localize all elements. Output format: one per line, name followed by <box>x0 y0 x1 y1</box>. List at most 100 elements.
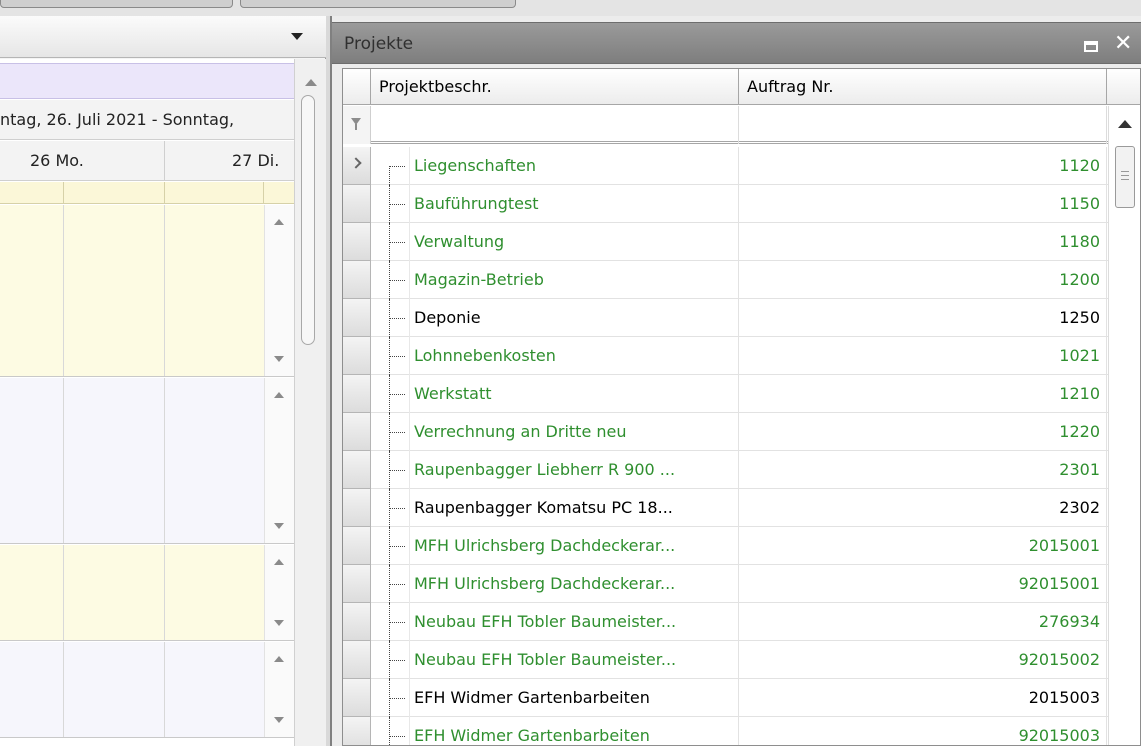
table-row[interactable]: MFH Ulrichsberg Dachdeckerar... 92015001 <box>343 565 1108 603</box>
cell-auftrag-nr[interactable]: 2301 <box>739 451 1107 489</box>
block-scrollbar[interactable] <box>264 545 294 640</box>
scroll-up-icon[interactable] <box>305 79 317 86</box>
resource-block[interactable] <box>0 378 294 544</box>
cell-auftrag-nr[interactable]: 1220 <box>739 413 1107 451</box>
column-header-auftrag-nr[interactable]: Auftrag Nr. <box>739 69 1107 105</box>
scroll-up-icon[interactable] <box>274 392 284 398</box>
table-row[interactable]: Neubau EFH Tobler Baumeister... 92015002 <box>343 641 1108 679</box>
table-row[interactable]: Bauführungtest 1150 <box>343 185 1108 223</box>
cell-auftrag-nr[interactable]: 1200 <box>739 261 1107 299</box>
cell-projektbeschr[interactable]: Lohnnebenkosten <box>409 337 739 375</box>
table-row[interactable]: Deponie 1250 <box>343 299 1108 337</box>
cell-projektbeschr[interactable]: Raupenbagger Liebherr R 900 ... <box>409 451 739 489</box>
scroll-up-icon[interactable] <box>274 656 284 662</box>
cell-projektbeschr[interactable]: Verrechnung an Dritte neu <box>409 413 739 451</box>
cell-projektbeschr[interactable]: Bauführungtest <box>409 185 739 223</box>
panel-title-bar[interactable]: Projekte ✕ <box>332 22 1141 64</box>
all-day-row[interactable] <box>0 182 294 204</box>
table-row[interactable]: EFH Widmer Gartenbarbeiten 2015003 <box>343 679 1108 717</box>
scheduler-vertical-scrollbar[interactable] <box>294 59 326 746</box>
block-scrollbar[interactable] <box>264 642 294 737</box>
resource-block[interactable] <box>0 642 294 738</box>
table-row[interactable]: Lohnnebenkosten 1021 <box>343 337 1108 375</box>
cell-auftrag-nr[interactable]: 2302 <box>739 489 1107 527</box>
cell-auftrag-nr[interactable]: 1150 <box>739 185 1107 223</box>
table-row[interactable]: EFH Widmer Gartenbarbeiten 92015003 <box>343 717 1108 745</box>
resource-block[interactable] <box>0 545 294 641</box>
grid-vertical-scrollbar[interactable] <box>1108 106 1140 745</box>
table-row[interactable]: Raupenbagger Liebherr R 900 ... 2301 <box>343 451 1108 489</box>
scroll-down-icon[interactable] <box>274 717 284 723</box>
table-row[interactable]: Magazin-Betrieb 1200 <box>343 261 1108 299</box>
grid-header: Projektbeschr. Auftrag Nr. <box>343 69 1140 105</box>
row-selector[interactable] <box>343 299 371 337</box>
scroll-up-icon[interactable] <box>1118 120 1132 128</box>
row-selector[interactable] <box>343 337 371 375</box>
row-selector[interactable] <box>343 261 371 299</box>
row-selector[interactable] <box>343 603 371 641</box>
table-row[interactable]: Verwaltung 1180 <box>343 223 1108 261</box>
cell-projektbeschr[interactable]: MFH Ulrichsberg Dachdeckerar... <box>409 527 739 565</box>
scroll-thumb[interactable] <box>301 95 315 345</box>
cell-auftrag-nr[interactable]: 92015002 <box>739 641 1107 679</box>
row-selector[interactable] <box>343 717 371 745</box>
table-row[interactable]: Raupenbagger Komatsu PC 18... 2302 <box>343 489 1108 527</box>
row-selector[interactable] <box>343 147 371 185</box>
row-selector[interactable] <box>343 527 371 565</box>
row-selector[interactable] <box>343 565 371 603</box>
cell-projektbeschr[interactable]: EFH Widmer Gartenbarbeiten <box>409 679 739 717</box>
table-row[interactable]: Neubau EFH Tobler Baumeister... 276934 <box>343 603 1108 641</box>
cell-projektbeschr[interactable]: Neubau EFH Tobler Baumeister... <box>409 641 739 679</box>
cell-auftrag-nr[interactable]: 92015001 <box>739 565 1107 603</box>
cell-projektbeschr[interactable]: Werkstatt <box>409 375 739 413</box>
close-icon[interactable]: ✕ <box>1114 32 1132 56</box>
maximize-icon[interactable] <box>1084 41 1098 52</box>
cell-projektbeschr[interactable]: Magazin-Betrieb <box>409 261 739 299</box>
column-header-projektbeschr[interactable]: Projektbeschr. <box>371 69 739 105</box>
top-tab[interactable] <box>240 0 516 8</box>
filter-indicator <box>343 106 371 144</box>
row-selector[interactable] <box>343 223 371 261</box>
row-selector[interactable] <box>343 489 371 527</box>
cell-auftrag-nr[interactable]: 1021 <box>739 337 1107 375</box>
calendar-view: ntag, 26. Juli 2021 - Sonntag, 26 Mo. 27… <box>0 59 294 746</box>
table-row[interactable]: MFH Ulrichsberg Dachdeckerar... 2015001 <box>343 527 1108 565</box>
filter-cell-auftrag-nr[interactable] <box>739 106 1107 144</box>
row-selector[interactable] <box>343 185 371 223</box>
cell-auftrag-nr[interactable]: 1210 <box>739 375 1107 413</box>
table-row[interactable]: Liegenschaften 1120 <box>343 147 1108 185</box>
cell-projektbeschr[interactable]: Verwaltung <box>409 223 739 261</box>
cell-projektbeschr[interactable]: EFH Widmer Gartenbarbeiten <box>409 717 739 745</box>
cell-projektbeschr[interactable]: MFH Ulrichsberg Dachdeckerar... <box>409 565 739 603</box>
block-scrollbar[interactable] <box>264 378 294 543</box>
cell-auftrag-nr[interactable]: 1120 <box>739 147 1107 185</box>
row-selector[interactable] <box>343 413 371 451</box>
scroll-down-icon[interactable] <box>274 356 284 362</box>
scroll-up-icon[interactable] <box>274 559 284 565</box>
row-selector[interactable] <box>343 679 371 717</box>
row-selector[interactable] <box>343 375 371 413</box>
top-tab[interactable] <box>0 0 233 8</box>
filter-cell-projektbeschr[interactable] <box>371 106 739 144</box>
cell-projektbeschr[interactable]: Raupenbagger Komatsu PC 18... <box>409 489 739 527</box>
dropdown-arrow-icon[interactable] <box>291 33 303 40</box>
scroll-down-icon[interactable] <box>274 620 284 626</box>
scroll-down-icon[interactable] <box>274 523 284 529</box>
cell-auftrag-nr[interactable]: 2015001 <box>739 527 1107 565</box>
cell-auftrag-nr[interactable]: 92015003 <box>739 717 1107 745</box>
scroll-thumb[interactable] <box>1115 146 1135 208</box>
cell-projektbeschr[interactable]: Liegenschaften <box>409 147 739 185</box>
resource-block[interactable] <box>0 205 294 377</box>
cell-projektbeschr[interactable]: Neubau EFH Tobler Baumeister... <box>409 603 739 641</box>
cell-auftrag-nr[interactable]: 276934 <box>739 603 1107 641</box>
block-scrollbar[interactable] <box>264 205 294 376</box>
row-selector[interactable] <box>343 451 371 489</box>
cell-auftrag-nr[interactable]: 2015003 <box>739 679 1107 717</box>
scroll-up-icon[interactable] <box>274 219 284 225</box>
table-row[interactable]: Werkstatt 1210 <box>343 375 1108 413</box>
cell-projektbeschr[interactable]: Deponie <box>409 299 739 337</box>
cell-auftrag-nr[interactable]: 1180 <box>739 223 1107 261</box>
row-selector[interactable] <box>343 641 371 679</box>
cell-auftrag-nr[interactable]: 1250 <box>739 299 1107 337</box>
table-row[interactable]: Verrechnung an Dritte neu 1220 <box>343 413 1108 451</box>
